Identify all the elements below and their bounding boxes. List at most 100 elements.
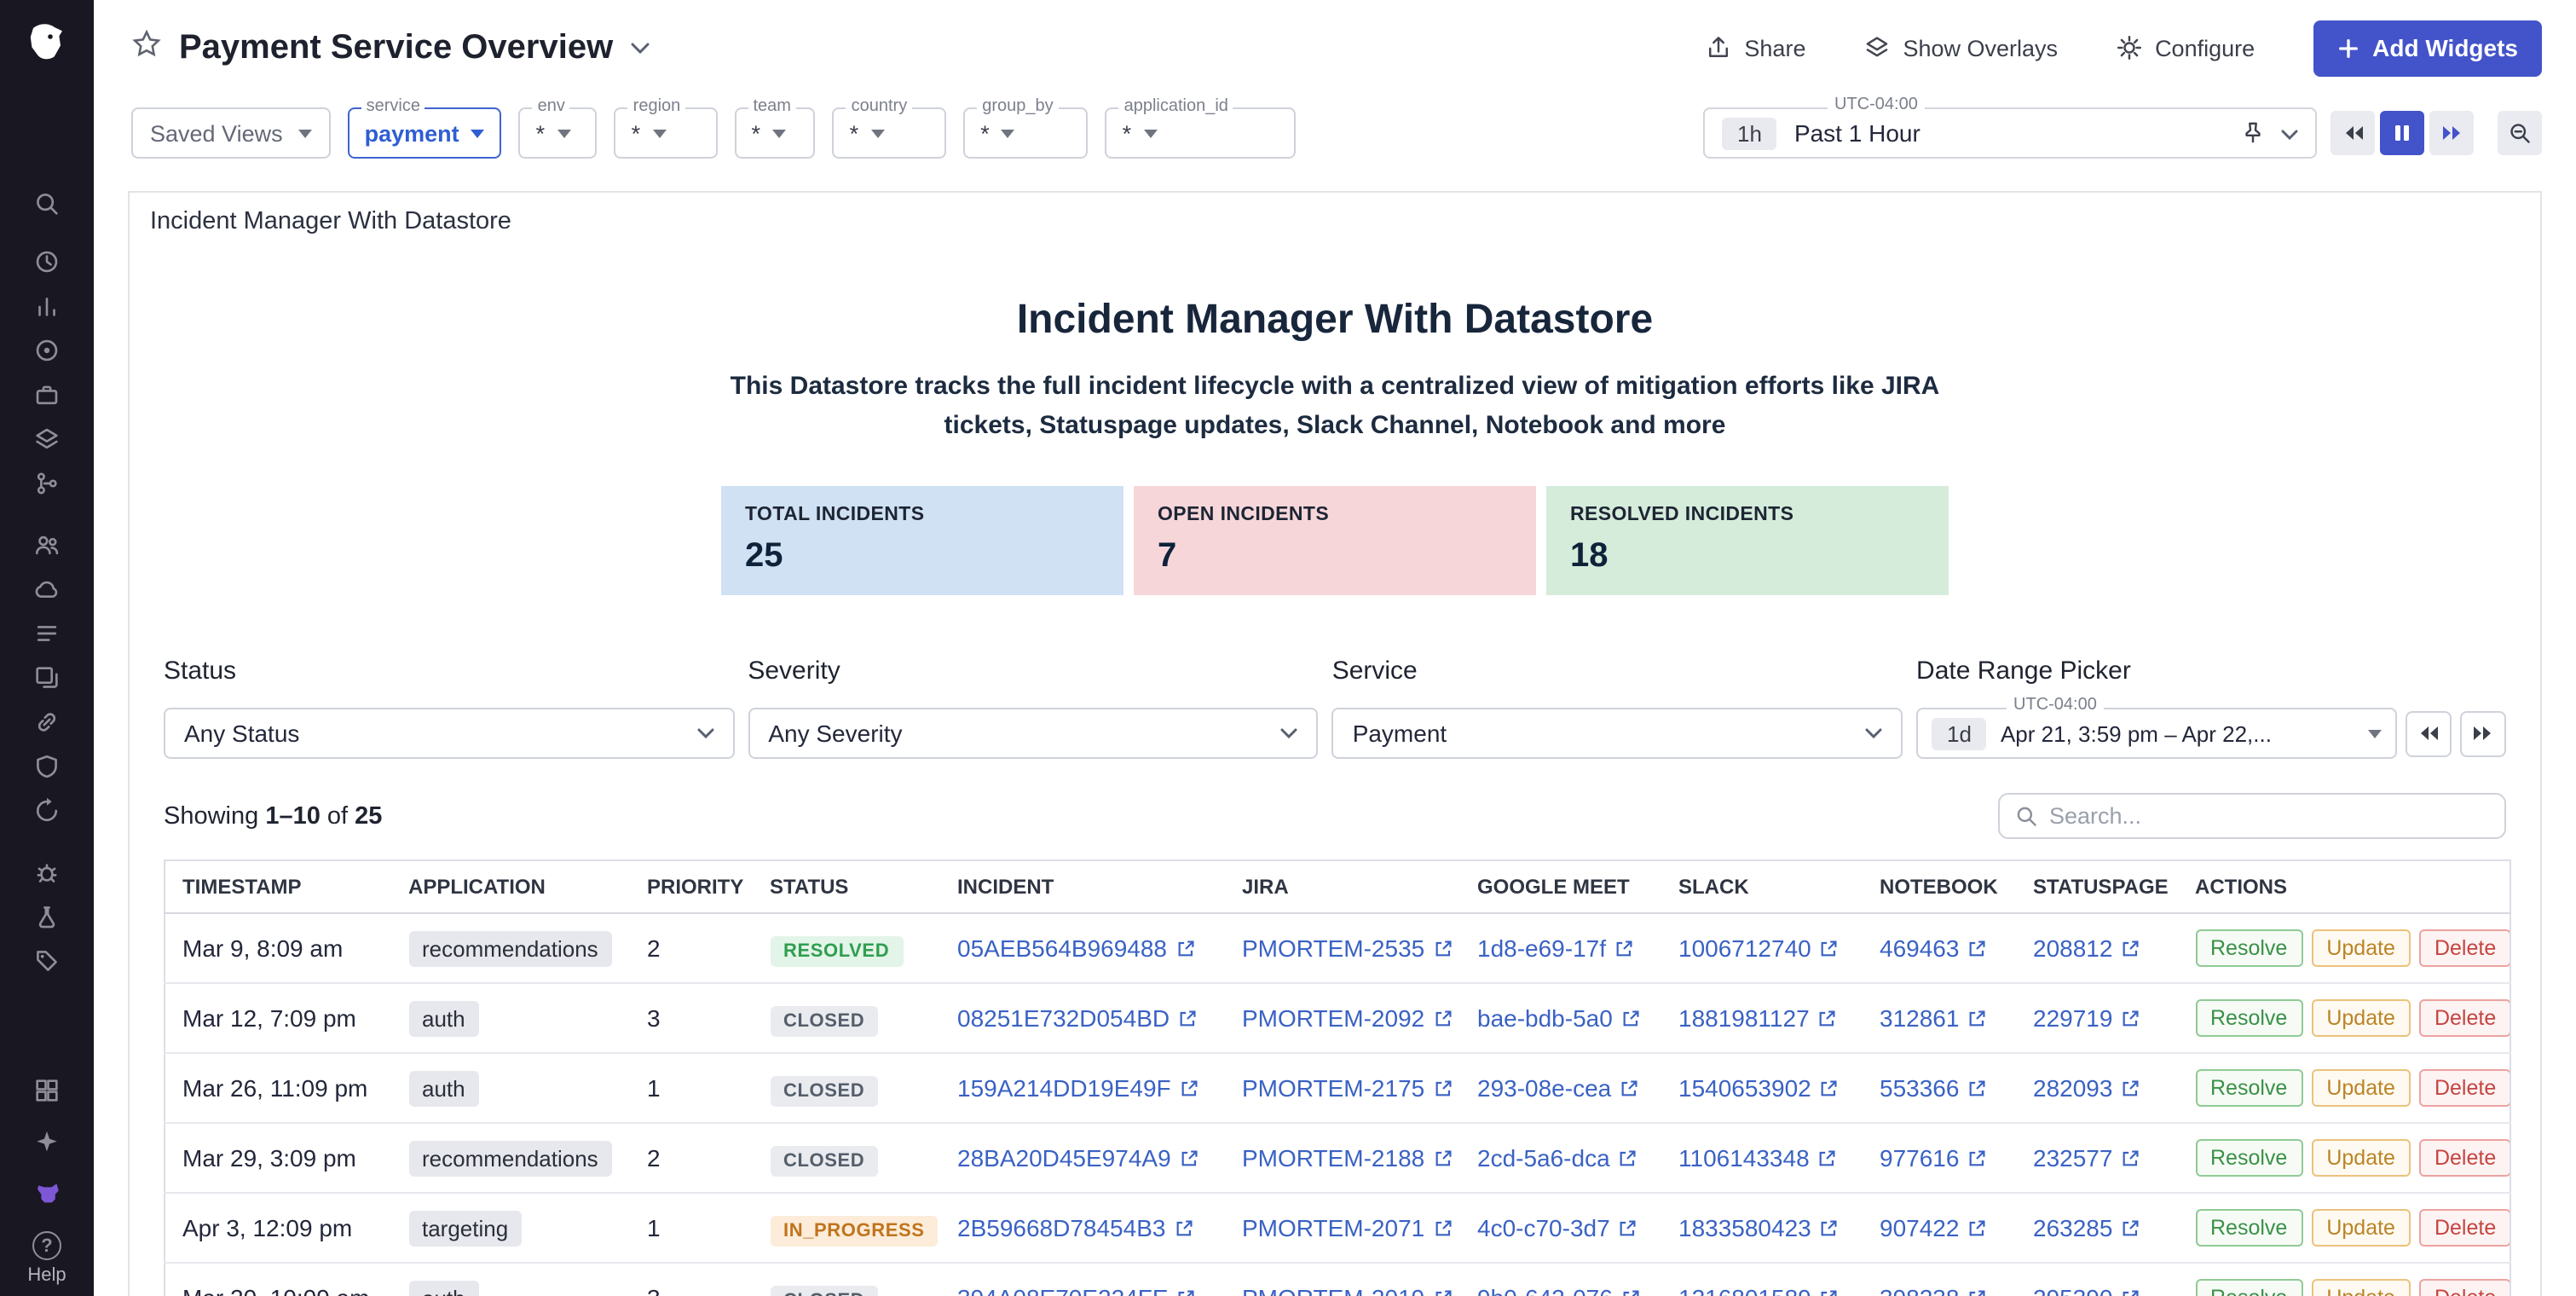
jira-link[interactable]: PMORTEM-2175: [1242, 1074, 1452, 1102]
delete-button[interactable]: Delete: [2419, 1069, 2510, 1107]
filter-country[interactable]: country*: [833, 107, 947, 159]
slack-link[interactable]: 1881981127: [1678, 1004, 1837, 1032]
filter-application_id[interactable]: application_id*: [1106, 107, 1296, 159]
google-meet-link[interactable]: 4c0-c70-3d7: [1477, 1214, 1637, 1241]
time-range-picker[interactable]: UTC-04:00 1h Past 1 Hour: [1703, 107, 2317, 159]
pause-button[interactable]: [2380, 111, 2424, 155]
column-header[interactable]: GOOGLE MEET: [1460, 860, 1661, 913]
resolve-button[interactable]: Resolve: [2195, 1279, 2302, 1296]
date-range-picker[interactable]: UTC-04:00 1d Apr 21, 3:59 pm – Apr 22,..…: [1916, 708, 2397, 759]
time-chevron-icon[interactable]: [2281, 118, 2298, 148]
notebook-link[interactable]: 553366: [1880, 1074, 1986, 1102]
slack-link[interactable]: 1106143348: [1678, 1144, 1837, 1172]
sidebar-item-synthetics[interactable]: [0, 699, 94, 743]
notebook-link[interactable]: 398238: [1880, 1284, 1986, 1296]
resolve-button[interactable]: Resolve: [2195, 999, 2302, 1037]
delete-button[interactable]: Delete: [2419, 1139, 2510, 1177]
slack-link[interactable]: 1216801589: [1678, 1284, 1839, 1296]
update-button[interactable]: Update: [2311, 1279, 2411, 1296]
google-meet-link[interactable]: 9b0-642-076: [1477, 1284, 1640, 1296]
sidebar-item-monitors[interactable]: [0, 327, 94, 372]
incident-link[interactable]: 159A214DD19E49F: [957, 1074, 1198, 1102]
datadog-logo[interactable]: [0, 0, 94, 85]
sidebar-item-help[interactable]: ? Help: [27, 1231, 66, 1286]
jira-link[interactable]: PMORTEM-2092: [1242, 1004, 1452, 1032]
column-header[interactable]: PRIORITY: [630, 860, 753, 913]
jira-link[interactable]: PMORTEM-2019: [1242, 1284, 1452, 1296]
statuspage-link[interactable]: 229719: [2033, 1004, 2140, 1032]
filter-env[interactable]: env*: [519, 107, 598, 159]
jira-link[interactable]: PMORTEM-2071: [1242, 1214, 1452, 1241]
sidebar-item-logs[interactable]: [0, 610, 94, 655]
column-header[interactable]: STATUS: [753, 860, 940, 913]
notebook-link[interactable]: 907422: [1880, 1214, 1986, 1241]
incident-link[interactable]: 05AEB564B969488: [957, 934, 1194, 962]
google-meet-link[interactable]: bae-bdb-5a0: [1477, 1004, 1640, 1032]
resolve-button[interactable]: Resolve: [2195, 1209, 2302, 1247]
sidebar-item-dashboards[interactable]: [0, 283, 94, 327]
column-header[interactable]: APPLICATION: [391, 860, 630, 913]
sidebar-item-ai[interactable]: [0, 1115, 94, 1166]
sidebar-item-watchdog[interactable]: [0, 239, 94, 283]
google-meet-link[interactable]: 2cd-5a6-dca: [1477, 1144, 1637, 1172]
saved-views-button[interactable]: Saved Views: [131, 107, 331, 159]
sidebar-item-infrastructure[interactable]: [0, 416, 94, 460]
statuspage-link[interactable]: 282093: [2033, 1074, 2140, 1102]
favorite-star-icon[interactable]: [131, 28, 162, 67]
sidebar-item-community[interactable]: [0, 522, 94, 566]
sidebar-item-serverless[interactable]: [0, 566, 94, 610]
update-button[interactable]: Update: [2311, 1139, 2411, 1177]
update-button[interactable]: Update: [2311, 999, 2411, 1037]
configure-button[interactable]: Configure: [2116, 34, 2255, 61]
google-meet-link[interactable]: 1d8-e69-17f: [1477, 934, 1633, 962]
time-forward-button[interactable]: [2429, 111, 2474, 155]
sidebar-item-error-tracking[interactable]: [0, 849, 94, 894]
slack-link[interactable]: 1833580423: [1678, 1214, 1839, 1241]
show-overlays-button[interactable]: Show Overlays: [1863, 34, 2058, 61]
statuspage-link[interactable]: 295390: [2033, 1284, 2140, 1296]
title-chevron-icon[interactable]: [630, 32, 649, 63]
column-header[interactable]: JIRA: [1225, 860, 1460, 913]
incident-link[interactable]: 28BA20D45E974A9: [957, 1144, 1198, 1172]
sidebar-item-apm[interactable]: [0, 372, 94, 416]
sidebar-item-ci[interactable]: [0, 788, 94, 832]
column-header[interactable]: INCIDENT: [940, 860, 1225, 913]
filter-group_by[interactable]: group_by*: [963, 107, 1088, 159]
severity-select[interactable]: Any Severity: [748, 708, 1318, 759]
resolve-button[interactable]: Resolve: [2195, 1139, 2302, 1177]
status-select[interactable]: Any Status: [164, 708, 734, 759]
notebook-link[interactable]: 977616: [1880, 1144, 1986, 1172]
statuspage-link[interactable]: 208812: [2033, 934, 2140, 962]
column-header[interactable]: STATUSPAGE: [2016, 860, 2178, 913]
filter-team[interactable]: team*: [734, 107, 815, 159]
google-meet-link[interactable]: 293-08e-cea: [1477, 1074, 1638, 1102]
sidebar-item-security[interactable]: [0, 743, 94, 788]
filter-region[interactable]: region*: [615, 107, 718, 159]
column-header[interactable]: ACTIONS: [2178, 860, 2510, 913]
sidebar-item-labs[interactable]: [0, 894, 94, 938]
notebook-link[interactable]: 469463: [1880, 934, 1986, 962]
sidebar-item-pipelines[interactable]: [0, 460, 94, 505]
sidebar-item-bits[interactable]: [0, 1166, 94, 1218]
date-forward-button[interactable]: [2460, 710, 2506, 756]
share-button[interactable]: Share: [1705, 34, 1805, 61]
filter-service[interactable]: servicepayment: [348, 107, 502, 159]
column-header[interactable]: NOTEBOOK: [1863, 860, 2016, 913]
service-select[interactable]: Payment: [1332, 708, 1903, 759]
statuspage-link[interactable]: 263285: [2033, 1214, 2140, 1241]
resolve-button[interactable]: Resolve: [2195, 1069, 2302, 1107]
incident-link[interactable]: 2B59668D78454B3: [957, 1214, 1193, 1241]
incident-link[interactable]: 08251E732D054BD: [957, 1004, 1197, 1032]
notebook-link[interactable]: 312861: [1880, 1004, 1986, 1032]
delete-button[interactable]: Delete: [2419, 999, 2510, 1037]
column-header[interactable]: SLACK: [1661, 860, 1863, 913]
update-button[interactable]: Update: [2311, 929, 2411, 967]
zoom-out-button[interactable]: [2498, 111, 2542, 155]
slack-link[interactable]: 1540653902: [1678, 1074, 1839, 1102]
update-button[interactable]: Update: [2311, 1069, 2411, 1107]
delete-button[interactable]: Delete: [2419, 1209, 2510, 1247]
sidebar-item-rum[interactable]: [0, 655, 94, 699]
time-back-button[interactable]: [2331, 111, 2375, 155]
sidebar-item-search[interactable]: [0, 181, 94, 225]
search-input[interactable]: [2049, 803, 2489, 829]
